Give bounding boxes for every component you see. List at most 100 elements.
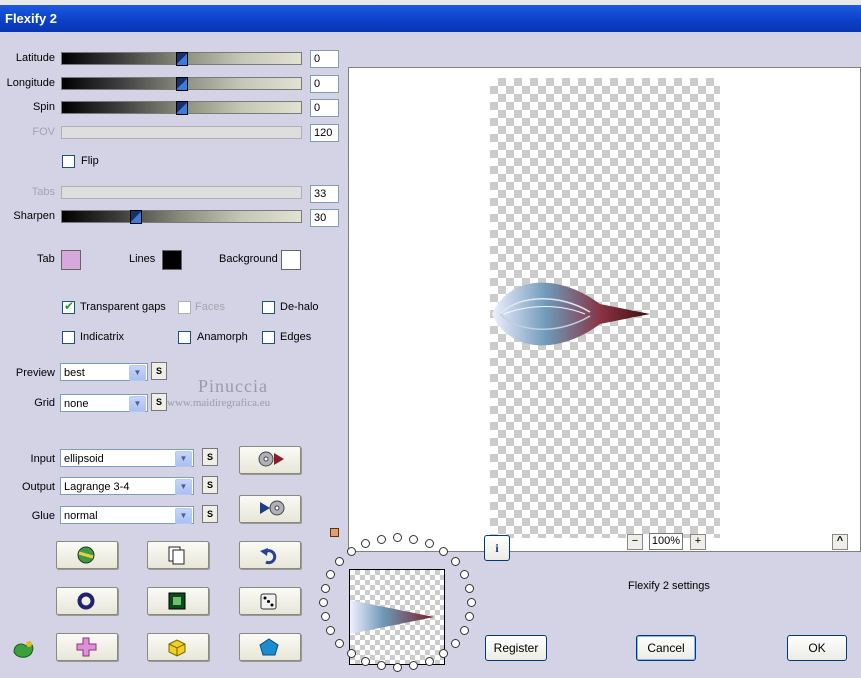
cube-shape-button[interactable] (147, 633, 209, 661)
title-bar: Flexify 2 (0, 5, 861, 32)
dice-icon (260, 593, 277, 610)
preview-render-shape (492, 282, 650, 346)
navigator-dot (335, 557, 345, 567)
ring-icon (77, 592, 95, 610)
navigator-dot (465, 612, 475, 622)
square-frame-button[interactable] (147, 587, 209, 615)
zoom-out-button[interactable]: − (627, 534, 643, 550)
glue-dropdown[interactable]: normal ▼ (60, 506, 194, 524)
glue-s-button[interactable]: S (202, 505, 218, 523)
tabs-label: Tabs (31, 186, 55, 198)
random-dice-button[interactable] (239, 587, 301, 615)
register-button[interactable]: Register (485, 635, 547, 661)
navigator-dot (409, 661, 419, 671)
thumbnail-render-shape (350, 600, 434, 634)
flip-checkbox[interactable] (62, 155, 75, 168)
background-color-label: Background (219, 253, 278, 265)
zoom-level-display: 100% (649, 533, 683, 550)
info-button[interactable]: i (484, 535, 510, 561)
longitude-slider[interactable] (61, 77, 302, 91)
thumbnail-navigator[interactable] (349, 569, 445, 665)
input-label: Input (30, 453, 55, 465)
square-frame-icon (168, 592, 186, 610)
preview-mode-s-button[interactable]: S (151, 362, 167, 380)
latitude-slider-thumb[interactable] (176, 52, 188, 66)
navigator-dot (326, 626, 336, 636)
grid-s-button[interactable]: S (151, 393, 167, 411)
chevron-down-icon[interactable]: ▼ (129, 396, 146, 412)
output-to-file-button[interactable] (239, 495, 301, 523)
input-dropdown[interactable]: ellipsoid ▼ (60, 449, 194, 467)
sharpen-value-field[interactable]: 30 (310, 209, 339, 227)
navigator-dot (376, 534, 386, 544)
cross-shape-button[interactable] (56, 633, 118, 661)
check-icon: ✔ (64, 299, 75, 313)
grid-dropdown[interactable]: none ▼ (60, 394, 148, 412)
navigator-dot (439, 648, 449, 658)
preview-canvas[interactable] (348, 67, 861, 552)
navigator-handle[interactable] (330, 528, 339, 537)
navigator-dot (439, 547, 449, 557)
input-s-button[interactable]: S (202, 448, 218, 466)
longitude-value-field[interactable]: 0 (310, 75, 339, 93)
faces-checkbox[interactable] (178, 301, 191, 314)
ring-shape-button[interactable] (56, 587, 118, 615)
navigator-dot (465, 583, 475, 593)
navigator-dot (320, 583, 330, 593)
transparent-gaps-checkbox[interactable]: ✔ (62, 299, 75, 314)
output-dropdown[interactable]: Lagrange 3-4 ▼ (60, 477, 194, 495)
tabs-slider[interactable] (61, 186, 302, 199)
navigator-dot (360, 656, 370, 666)
tabs-value-field[interactable]: 33 (310, 185, 339, 203)
navigator-dot (346, 648, 356, 658)
preview-mode-dropdown[interactable]: best ▼ (60, 363, 148, 381)
longitude-slider-thumb[interactable] (176, 77, 188, 91)
fov-slider[interactable] (61, 126, 302, 139)
chevron-down-icon[interactable]: ▼ (175, 508, 192, 524)
ok-button[interactable]: OK (787, 635, 847, 661)
anamorph-checkbox[interactable] (178, 331, 191, 344)
cancel-button[interactable]: Cancel (636, 635, 696, 661)
zoom-in-button[interactable]: + (690, 534, 706, 550)
navigator-dot (459, 626, 469, 636)
sharpen-slider-thumb[interactable] (130, 210, 142, 224)
settings-name-label: Flexify 2 settings (628, 580, 710, 592)
spin-slider-thumb[interactable] (176, 101, 188, 115)
fov-value-field[interactable]: 120 (310, 124, 339, 142)
edges-label: Edges (280, 331, 312, 343)
dialog-body: Latitude 0 Longitude 0 Spin 0 FOV 120 Fl… (0, 32, 861, 678)
lines-color-label: Lines (129, 253, 156, 265)
input-from-file-button[interactable] (239, 446, 301, 474)
chevron-down-icon[interactable]: ▼ (129, 365, 146, 381)
lines-color-swatch[interactable] (162, 250, 182, 270)
grid-value: none (64, 398, 89, 410)
latitude-value-field[interactable]: 0 (310, 50, 339, 68)
glue-label: Glue (31, 510, 55, 522)
copy-button[interactable] (147, 541, 209, 569)
output-s-button[interactable]: S (202, 476, 218, 494)
sharpen-label: Sharpen (13, 210, 55, 222)
undo-arrow-icon (260, 548, 277, 565)
plugin-logo-icon (13, 641, 34, 658)
chevron-down-icon[interactable]: ▼ (175, 479, 192, 495)
indicatrix-checkbox[interactable] (62, 331, 75, 344)
spin-value-field[interactable]: 0 (310, 99, 339, 117)
latitude-slider[interactable] (61, 52, 302, 66)
navigator-dot (335, 638, 345, 648)
sharpen-slider[interactable] (61, 210, 302, 224)
tab-color-swatch[interactable] (61, 250, 81, 270)
randomize-globe-button[interactable] (56, 541, 118, 569)
undo-button[interactable] (239, 541, 301, 569)
scroll-up-button[interactable]: ^ (832, 534, 848, 550)
globe-icon (77, 546, 95, 564)
spin-label: Spin (32, 101, 55, 113)
de-halo-checkbox[interactable] (262, 301, 275, 314)
flip-label: Flip (81, 155, 99, 167)
background-color-swatch[interactable] (281, 250, 301, 270)
tab-color-label: Tab (37, 253, 55, 265)
spin-slider[interactable] (61, 101, 302, 115)
pentagon-shape-button[interactable] (239, 633, 301, 661)
chevron-down-icon[interactable]: ▼ (175, 451, 192, 467)
navigator-dot (376, 661, 386, 671)
edges-checkbox[interactable] (262, 331, 275, 344)
